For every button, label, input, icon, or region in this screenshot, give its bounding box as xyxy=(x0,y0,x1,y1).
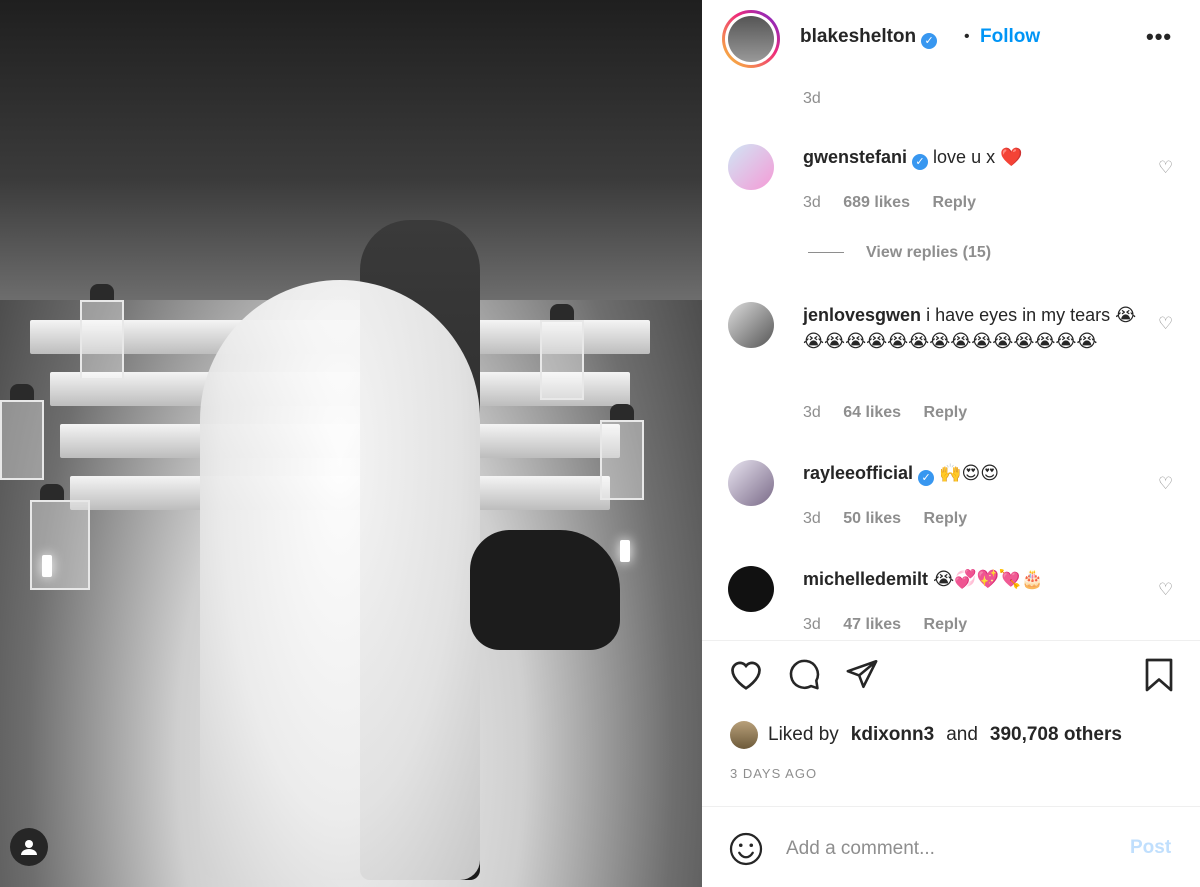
wedding-dress xyxy=(200,280,480,880)
post-actions xyxy=(702,640,1200,710)
commenter-avatar[interactable] xyxy=(728,566,774,612)
reply-button[interactable]: Reply xyxy=(932,194,976,211)
comment-meta: 3d 64 likes Reply xyxy=(803,404,968,421)
others-count[interactable]: 390,708 others xyxy=(990,724,1122,746)
comment-likes[interactable]: 64 likes xyxy=(843,404,901,421)
comment-likes[interactable]: 689 likes xyxy=(843,194,910,211)
post-side-panel: blakeshelton ✓ • Follow ••• 3d gwenstefan… xyxy=(702,0,1200,887)
commenter-avatar[interactable] xyxy=(728,302,774,348)
more-options-icon[interactable]: ••• xyxy=(1146,24,1172,50)
lantern xyxy=(600,404,644,500)
comment-text: michelledemilt 😭💞💖💘🎂 xyxy=(803,569,1044,589)
separator-dot: • xyxy=(964,28,970,45)
comment-text: jenlovesgwen i have eyes in my tears 😭😭😭… xyxy=(803,305,1137,351)
post-comment-button[interactable]: Post xyxy=(1130,837,1171,859)
post-date: 3 DAYS AGO xyxy=(730,766,818,781)
comment-username[interactable]: gwenstefani xyxy=(803,147,907,167)
liker-avatar xyxy=(730,721,758,749)
comment-meta: 3d 50 likes Reply xyxy=(803,510,968,527)
liker-username[interactable]: kdixonn3 xyxy=(851,724,934,746)
comment-username[interactable]: jenlovesgwen xyxy=(803,305,921,325)
likes-summary[interactable]: Liked by kdixonn3 and 390,708 others xyxy=(730,720,1190,750)
verified-badge-icon: ✓ xyxy=(918,470,935,486)
comment-icon[interactable] xyxy=(786,657,822,696)
caption-time: 3d xyxy=(803,90,821,107)
divider xyxy=(808,252,844,254)
comment-input[interactable] xyxy=(786,833,1106,865)
like-comment-heart-icon[interactable]: ♡ xyxy=(1158,158,1173,178)
reply-button[interactable]: Reply xyxy=(924,510,968,527)
author-avatar[interactable] xyxy=(722,10,780,68)
view-replies-button[interactable]: View replies (15) xyxy=(808,244,991,262)
share-icon[interactable] xyxy=(844,657,880,696)
reply-button[interactable]: Reply xyxy=(924,616,968,632)
bookmark-icon[interactable] xyxy=(1142,657,1176,698)
couple xyxy=(200,160,500,880)
tagged-user-icon[interactable] xyxy=(10,828,48,866)
lantern xyxy=(540,304,584,400)
lantern xyxy=(0,384,44,480)
comment-likes[interactable]: 47 likes xyxy=(843,616,901,632)
follow-button[interactable]: Follow xyxy=(980,26,1040,48)
comment-likes[interactable]: 50 likes xyxy=(843,510,901,527)
lantern xyxy=(80,284,124,380)
heart-icon[interactable] xyxy=(728,657,764,696)
comment-text: gwenstefani ✓ love u x ❤️ xyxy=(803,147,1023,170)
emoji-icon[interactable] xyxy=(728,831,764,872)
lantern xyxy=(30,484,90,590)
commenter-avatar[interactable] xyxy=(728,144,774,190)
comment-meta: 3d 689 likes Reply xyxy=(803,194,977,211)
avatar-image xyxy=(728,16,774,62)
post-header: blakeshelton ✓ • Follow ••• xyxy=(702,0,1200,76)
verified-badge-icon: ✓ xyxy=(912,154,929,170)
candle xyxy=(620,540,630,562)
like-comment-heart-icon[interactable]: ♡ xyxy=(1158,314,1173,334)
like-comment-heart-icon[interactable]: ♡ xyxy=(1158,580,1173,600)
comment-meta: 3d 47 likes Reply xyxy=(803,616,968,632)
comment-text: rayleeofficial ✓ 🙌😍😍 xyxy=(803,463,1000,486)
post-photo[interactable] xyxy=(0,0,702,887)
reply-button[interactable]: Reply xyxy=(924,404,968,421)
candle xyxy=(42,555,52,577)
add-comment-bar: Post xyxy=(702,806,1200,887)
dog xyxy=(470,530,620,650)
author-username[interactable]: blakeshelton ✓ xyxy=(800,26,938,49)
comments-list[interactable]: 3d gwenstefani ✓ love u x ❤️ 3d 689 likes… xyxy=(702,76,1200,632)
comment-username[interactable]: michelledemilt xyxy=(803,569,928,589)
verified-badge-icon: ✓ xyxy=(921,32,938,49)
like-comment-heart-icon[interactable]: ♡ xyxy=(1158,474,1173,494)
comment-username[interactable]: rayleeofficial xyxy=(803,463,913,483)
commenter-avatar[interactable] xyxy=(728,460,774,506)
